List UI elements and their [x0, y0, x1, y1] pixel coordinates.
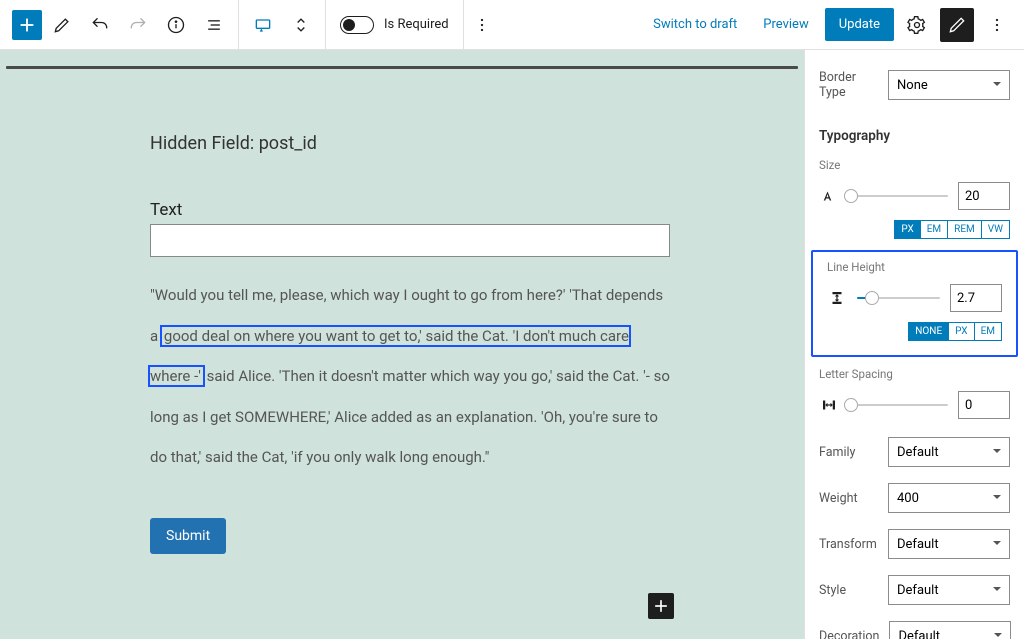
- line-height-label: Line Height: [813, 252, 1016, 280]
- line-height-unit-none[interactable]: NONE: [908, 322, 949, 341]
- font-size-icon: [819, 187, 839, 205]
- style-select[interactable]: Default: [888, 575, 1010, 605]
- editor-more-options-button[interactable]: [980, 8, 1014, 42]
- transform-select[interactable]: Default: [888, 529, 1010, 559]
- redo-button[interactable]: [120, 7, 156, 43]
- size-unit-px[interactable]: PX: [894, 220, 920, 239]
- editor-canvas[interactable]: Hidden Field: post_id Text "Would you te…: [0, 50, 804, 639]
- settings-sidebar: Border Type None Typography Size PX EM R…: [804, 50, 1024, 639]
- size-unit-vw[interactable]: VW: [982, 220, 1010, 239]
- settings-button[interactable]: [900, 8, 934, 42]
- weight-select[interactable]: 400: [888, 483, 1010, 513]
- is-required-label: Is Required: [384, 17, 449, 32]
- border-type-select[interactable]: None: [888, 70, 1010, 100]
- block-inserter-button[interactable]: [12, 10, 42, 40]
- line-height-unit-em[interactable]: EM: [975, 322, 1002, 341]
- form-block-outline: [6, 66, 798, 69]
- move-handles-icon[interactable]: [283, 7, 319, 43]
- weight-label: Weight: [819, 491, 858, 506]
- preview-button[interactable]: Preview: [753, 9, 818, 40]
- styles-button[interactable]: [940, 8, 974, 42]
- style-label: Style: [819, 583, 846, 598]
- top-toolbar: Is Required Switch to draft Preview Upda…: [0, 0, 1024, 50]
- hidden-field-label: Hidden Field: post_id: [150, 133, 804, 154]
- block-type-icon[interactable]: [245, 7, 281, 43]
- size-unit-em[interactable]: EM: [921, 220, 948, 239]
- line-height-units: NONE PX EM: [813, 320, 1016, 349]
- letter-spacing-label: Letter Spacing: [805, 363, 1024, 387]
- decoration-label: Decoration: [819, 629, 879, 639]
- letter-spacing-input[interactable]: [958, 391, 1010, 419]
- size-input[interactable]: [958, 182, 1010, 210]
- switch-to-draft-button[interactable]: Switch to draft: [643, 9, 747, 40]
- family-label: Family: [819, 445, 855, 460]
- text-field-description[interactable]: "Would you tell me, please, which way I …: [150, 275, 670, 478]
- size-unit-rem[interactable]: REM: [948, 220, 982, 239]
- line-height-input[interactable]: [950, 284, 1002, 312]
- outline-button[interactable]: [196, 7, 232, 43]
- undo-button[interactable]: [82, 7, 118, 43]
- size-slider[interactable]: [849, 195, 948, 197]
- size-units: PX EM REM VW: [805, 218, 1024, 247]
- append-block-button[interactable]: [648, 593, 674, 619]
- transform-label: Transform: [819, 537, 877, 552]
- text-field-input[interactable]: [150, 224, 670, 257]
- selected-text-range: good deal on where you want to get to,' …: [150, 327, 629, 386]
- typography-section-title: Typography: [805, 106, 1024, 154]
- family-select[interactable]: Default: [888, 437, 1010, 467]
- text-field-label: Text: [150, 200, 804, 220]
- update-button[interactable]: Update: [825, 8, 894, 41]
- details-button[interactable]: [158, 7, 194, 43]
- decoration-select[interactable]: Default: [889, 621, 1011, 639]
- edit-tool-button[interactable]: [44, 7, 80, 43]
- letter-spacing-slider[interactable]: [849, 404, 948, 406]
- line-height-unit-px[interactable]: PX: [949, 322, 974, 341]
- submit-button[interactable]: Submit: [150, 518, 226, 554]
- is-required-toggle[interactable]: [340, 16, 374, 34]
- border-type-label: Border Type: [819, 70, 878, 100]
- block-more-options-button[interactable]: [464, 7, 500, 43]
- size-label: Size: [805, 154, 1024, 178]
- line-height-icon: [827, 289, 847, 307]
- letter-spacing-icon: [819, 396, 839, 414]
- line-height-slider[interactable]: [857, 297, 940, 299]
- line-height-highlight: Line Height NONE PX EM: [811, 250, 1018, 357]
